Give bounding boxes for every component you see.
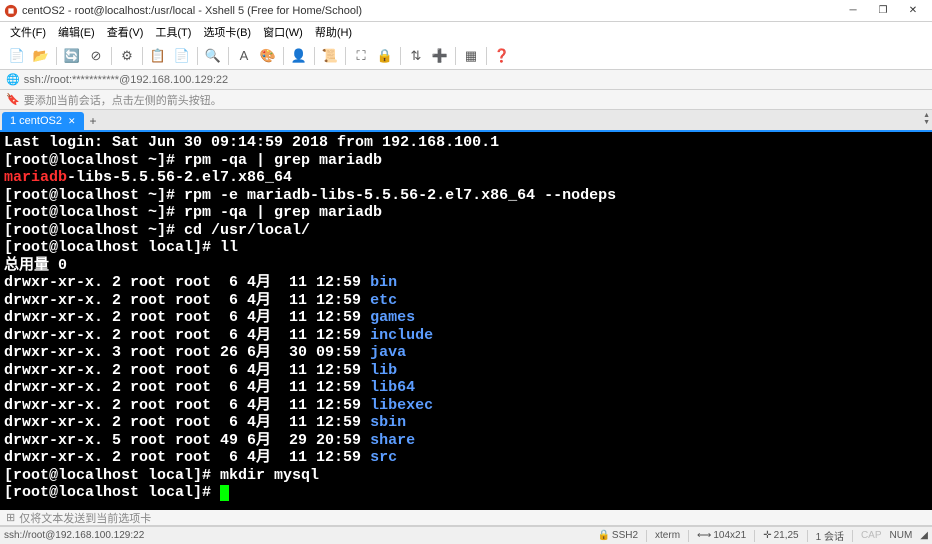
term-dir: share <box>370 432 415 449</box>
menu-edit[interactable]: 编辑(E) <box>52 22 101 42</box>
status-sessions: 1 会话 <box>816 528 844 543</box>
tab-new-button[interactable]: ➕ <box>429 45 451 67</box>
term-line: [root@localhost ~]# rpm -e mariadb-libs-… <box>4 187 616 204</box>
menu-view[interactable]: 查看(V) <box>101 22 150 42</box>
menu-file[interactable]: 文件(F) <box>4 22 52 42</box>
toolbar: 📄 📂 🔄 ⊘ ⚙ 📋 📄 🔍 A 🎨 👤 📜 ⛶ 🔒 ⇅ ➕ ▦ ❓ <box>0 42 932 70</box>
titlebar: centOS2 - root@localhost:/usr/local - Xs… <box>0 0 932 22</box>
status-pos: ✛ 21,25 <box>763 530 798 541</box>
term-line: [root@localhost local]# ll <box>4 239 238 256</box>
menu-tools[interactable]: 工具(T) <box>149 22 197 42</box>
term-dir: java <box>370 344 406 361</box>
new-button[interactable]: 📄 <box>6 45 28 67</box>
term-dir: bin <box>370 274 397 291</box>
open-button[interactable]: 📂 <box>30 45 52 67</box>
paste-button[interactable]: 📄 <box>171 45 193 67</box>
term-line: [root@localhost ~]# cd /usr/local/ <box>4 222 310 239</box>
term-line: [root@localhost ~]# rpm -qa | grep maria… <box>4 152 382 169</box>
term-dir: etc <box>370 292 397 309</box>
status-connection: ssh://root@192.168.100.129:22 <box>4 530 144 541</box>
term-dir: lib <box>370 362 397 379</box>
tab-scroll-arrows[interactable]: ▲▼ <box>923 112 930 126</box>
find-button[interactable]: 🔍 <box>202 45 224 67</box>
menubar: 文件(F) 编辑(E) 查看(V) 工具(T) 选项卡(B) 窗口(W) 帮助(… <box>0 22 932 42</box>
copy-button[interactable]: 📋 <box>147 45 169 67</box>
status-resize-grip[interactable]: ◢ <box>920 530 928 541</box>
menu-help[interactable]: 帮助(H) <box>309 22 358 42</box>
app-icon <box>4 4 18 18</box>
tabbar: 1 centOS2 ✕ + ▲▼ <box>0 110 932 132</box>
term-perm: drwxr-xr-x. 3 root root 26 6月 30 09:59 <box>4 344 370 361</box>
reconnect-button[interactable]: 🔄 <box>61 45 83 67</box>
term-perm: drwxr-xr-x. 2 root root 6 4月 11 12:59 <box>4 309 370 326</box>
term-perm: drwxr-xr-x. 2 root root 6 4月 11 12:59 <box>4 292 370 309</box>
term-dir: include <box>370 327 433 344</box>
term-line: Last login: Sat Jun 30 09:14:59 2018 fro… <box>4 134 499 151</box>
tab-label: 1 centOS2 <box>10 115 62 127</box>
addressbar-text[interactable]: ssh://root:***********@192.168.100.129:2… <box>24 74 228 86</box>
fullscreen-button[interactable]: ⛶ <box>350 45 372 67</box>
profile-button[interactable]: 👤 <box>288 45 310 67</box>
maximize-button[interactable]: ❐ <box>868 1 898 21</box>
term-line: 总用量 0 <box>4 257 67 274</box>
transfer-button[interactable]: ⇅ <box>405 45 427 67</box>
term-perm: drwxr-xr-x. 5 root root 49 6月 29 20:59 <box>4 432 370 449</box>
statusbar: ssh://root@192.168.100.129:22 🔒 SSH2 xte… <box>0 526 932 544</box>
compose-text: 仅将文本发送到当前选项卡 <box>19 510 151 526</box>
close-button[interactable]: ✕ <box>898 1 928 21</box>
compose-bar: ⊞ 仅将文本发送到当前选项卡 <box>0 510 932 526</box>
term-perm: drwxr-xr-x. 2 root root 6 4月 11 12:59 <box>4 449 370 466</box>
term-dir: src <box>370 449 397 466</box>
script-button[interactable]: 📜 <box>319 45 341 67</box>
term-perm: drwxr-xr-x. 2 root root 6 4月 11 12:59 <box>4 327 370 344</box>
term-dir: games <box>370 309 415 326</box>
term-dir: libexec <box>370 397 433 414</box>
term-dir: sbin <box>370 414 406 431</box>
properties-button[interactable]: ⚙ <box>116 45 138 67</box>
terminal[interactable]: Last login: Sat Jun 30 09:14:59 2018 fro… <box>0 132 932 510</box>
term-perm: drwxr-xr-x. 2 root root 6 4月 11 12:59 <box>4 397 370 414</box>
addressbar: 🌐 ssh://root:***********@192.168.100.129… <box>0 70 932 90</box>
term-perm: drwxr-xr-x. 2 root root 6 4月 11 12:59 <box>4 274 370 291</box>
menu-tabs[interactable]: 选项卡(B) <box>197 22 257 42</box>
menu-window[interactable]: 窗口(W) <box>257 22 309 42</box>
term-perm: drwxr-xr-x. 2 root root 6 4月 11 12:59 <box>4 362 370 379</box>
horizontal-button[interactable]: ▦ <box>460 45 482 67</box>
status-size: ⟷ 104x21 <box>697 530 746 541</box>
status-cap: CAP <box>861 530 882 541</box>
color-button[interactable]: 🎨 <box>257 45 279 67</box>
tab-close-icon[interactable]: ✕ <box>68 116 76 127</box>
status-ssh: 🔒 SSH2 <box>597 530 638 541</box>
help-button[interactable]: ❓ <box>491 45 513 67</box>
term-keyword: mariadb <box>4 169 67 186</box>
titlebar-text: centOS2 - root@localhost:/usr/local - Xs… <box>22 5 838 17</box>
bookmark-icon[interactable]: 🔖 <box>6 93 20 106</box>
compose-icon[interactable]: ⊞ <box>6 511 15 524</box>
term-dir: lib64 <box>370 379 415 396</box>
term-perm: drwxr-xr-x. 2 root root 6 4月 11 12:59 <box>4 414 370 431</box>
minimize-button[interactable]: ─ <box>838 1 868 21</box>
lock-button[interactable]: 🔒 <box>374 45 396 67</box>
hintbar: 🔖 要添加当前会话，点击左侧的箭头按钮。 <box>0 90 932 110</box>
term-perm: drwxr-xr-x. 2 root root 6 4月 11 12:59 <box>4 379 370 396</box>
font-button[interactable]: A <box>233 45 255 67</box>
hintbar-text: 要添加当前会话，点击左侧的箭头按钮。 <box>24 92 222 108</box>
globe-icon: 🌐 <box>6 73 20 86</box>
tab-centos2[interactable]: 1 centOS2 ✕ <box>2 112 84 130</box>
term-line: [root@localhost local]# mkdir mysql <box>4 467 319 484</box>
term-line: [root@localhost ~]# rpm -qa | grep maria… <box>4 204 382 221</box>
tab-add-button[interactable]: + <box>84 112 103 130</box>
terminal-cursor <box>220 485 229 501</box>
status-num: NUM <box>890 530 913 541</box>
term-line: -libs-5.5.56-2.el7.x86_64 <box>67 169 292 186</box>
disconnect-button[interactable]: ⊘ <box>85 45 107 67</box>
status-term: xterm <box>655 530 680 541</box>
term-prompt: [root@localhost local]# <box>4 484 220 501</box>
